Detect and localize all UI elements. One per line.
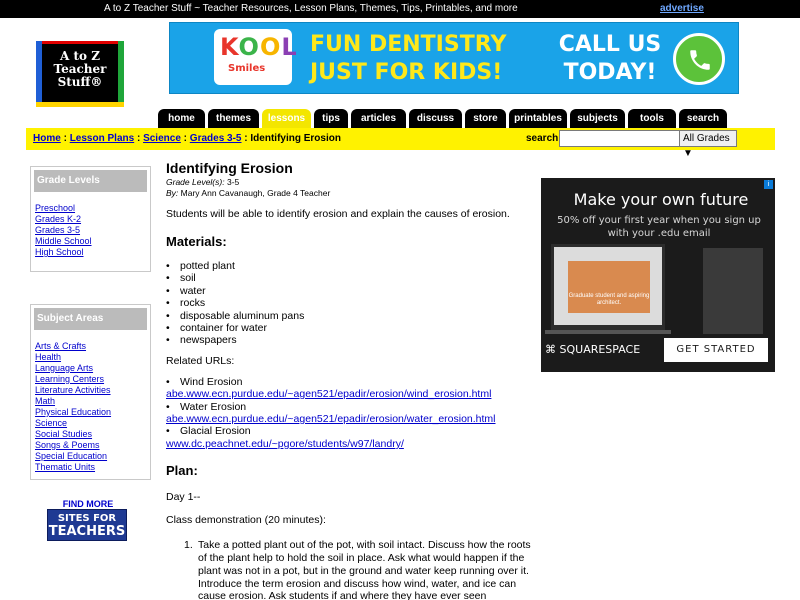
subject-areas-list: Arts & Crafts Health Language Arts Learn…	[31, 333, 150, 479]
laptop-caption: Graduate student and aspiring architect.	[568, 293, 650, 306]
site-logo[interactable]: A to Z Teacher Stuff®	[36, 41, 124, 107]
tab-lessons[interactable]: lessons	[262, 109, 311, 128]
squarespace-logo: ⌘ SQUARESPACE	[545, 343, 641, 356]
squarespace-icon: ⌘	[545, 343, 556, 356]
grade-levels-heading: Grade Levels	[34, 170, 147, 192]
subject-link[interactable]: Social Studies	[35, 429, 146, 440]
vase-image	[703, 248, 763, 334]
related-urls-list: Wind Erosion	[166, 376, 536, 389]
demo-label: Class demonstration (20 minutes):	[166, 514, 326, 527]
grade-select[interactable]: All Grades ▼	[679, 130, 737, 159]
tab-tools[interactable]: tools	[628, 109, 676, 128]
grade-levels-box: Grade Levels Preschool Grades K-2 Grades…	[30, 166, 151, 272]
squarespace-ad[interactable]: i Make your own future 50% off your firs…	[541, 178, 775, 372]
steps-list: 1. Take a potted plant out of the pot, wi…	[184, 539, 534, 600]
grade-link[interactable]: Preschool	[35, 203, 146, 214]
grade-level-line: Grade Level(s): 3-5	[166, 177, 240, 187]
subject-areas-heading: Subject Areas	[34, 308, 147, 330]
subject-link[interactable]: Arts & Crafts	[35, 341, 146, 352]
ad-subtext: 50% off your first year when you sign up…	[557, 215, 761, 239]
breadcrumb-current: Identifying Erosion	[250, 133, 341, 144]
advertise-link[interactable]: advertise	[660, 3, 704, 14]
grade-levels-list: Preschool Grades K-2 Grades 3-5 Middle S…	[31, 195, 150, 264]
list-item: disposable aluminum pans	[166, 310, 536, 323]
related-url-name: Wind Erosion	[166, 376, 536, 389]
grade-link[interactable]: Middle School	[35, 236, 146, 247]
get-started-button[interactable]: GET STARTED	[664, 338, 768, 362]
objective: Students will be able to identify erosio…	[166, 208, 510, 220]
breadcrumb-grades[interactable]: Grades 3-5	[190, 133, 242, 144]
logo-text: A to Z Teacher Stuff®	[53, 49, 107, 89]
tab-printables[interactable]: printables	[509, 109, 567, 128]
page-title: Identifying Erosion	[166, 160, 293, 176]
materials-heading: Materials:	[166, 234, 227, 249]
phone-icon	[673, 33, 725, 85]
laptop-image: Graduate student and aspiring architect.	[551, 244, 665, 330]
tab-search[interactable]: search	[679, 109, 727, 128]
subject-link[interactable]: Literature Activities	[35, 385, 146, 396]
related-url-link[interactable]: abe.www.ecn.purdue.edu/~agen521/epadir/e…	[166, 388, 536, 400]
breadcrumb-bar: Home : Lesson Plans : Science : Grades 3…	[26, 128, 775, 159]
materials-list: potted plant soil water rocks disposable…	[166, 260, 536, 347]
day-label: Day 1--	[166, 491, 201, 504]
sites-for-teachers-button[interactable]: SITES FOR TEACHERS	[47, 509, 127, 541]
list-item: water	[166, 285, 536, 298]
list-item: container for water	[166, 322, 536, 335]
site-tagline: A to Z Teacher Stuff ~ Teacher Resources…	[104, 3, 518, 14]
lesson-content: Identifying Erosion Grade Level(s): 3-5 …	[166, 160, 536, 600]
list-item: rocks	[166, 297, 536, 310]
banner-cta: CALL US TODAY!	[558, 32, 662, 85]
find-more-label: FIND MORE	[62, 499, 114, 509]
tab-tips[interactable]: tips	[314, 109, 348, 128]
subject-link[interactable]: Science	[35, 418, 146, 429]
author-line: By: Mary Ann Cavanaugh, Grade 4 Teacher	[166, 188, 331, 198]
breadcrumb: Home : Lesson Plans : Science : Grades 3…	[33, 133, 341, 144]
kool-smiles-logo: KOOL	[220, 33, 298, 61]
list-item: newspapers	[166, 334, 536, 347]
brand-sub: Smiles	[228, 63, 266, 74]
ad-info-icon[interactable]: i	[764, 180, 773, 189]
subject-link[interactable]: Thematic Units	[35, 462, 146, 473]
list-item: soil	[166, 272, 536, 285]
related-url-link[interactable]: www.dc.peachnet.edu/~pgore/students/w97/…	[166, 438, 536, 450]
breadcrumb-lesson-plans[interactable]: Lesson Plans	[70, 133, 134, 144]
plan-heading: Plan:	[166, 463, 198, 479]
subject-link[interactable]: Physical Education	[35, 407, 146, 418]
breadcrumb-science[interactable]: Science	[143, 133, 181, 144]
top-bar: A to Z Teacher Stuff ~ Teacher Resources…	[0, 0, 800, 18]
search-label: search:	[526, 133, 562, 144]
subject-link[interactable]: Songs & Poems	[35, 440, 146, 451]
main-nav: home themes lessons tips articles discus…	[158, 109, 730, 128]
list-item: 1. Take a potted plant out of the pot, wi…	[184, 539, 531, 600]
breadcrumb-home[interactable]: Home	[33, 133, 61, 144]
subject-link[interactable]: Math	[35, 396, 146, 407]
tab-articles[interactable]: articles	[351, 109, 406, 128]
list-item: potted plant	[166, 260, 536, 273]
tab-store[interactable]: store	[465, 109, 506, 128]
subject-link[interactable]: Special Education	[35, 451, 146, 462]
related-url-name: Glacial Erosion	[166, 425, 536, 438]
banner-ad[interactable]: KOOL Smiles FUN DENTISTRY JUST FOR KIDS!…	[169, 22, 739, 94]
tab-home[interactable]: home	[158, 109, 205, 128]
ad-headline: Make your own future	[573, 190, 749, 209]
related-url-name: Water Erosion	[166, 401, 536, 414]
dropdown-arrow-icon: ▼	[683, 148, 693, 159]
grade-link[interactable]: Grades 3-5	[35, 225, 146, 236]
subject-link[interactable]: Language Arts	[35, 363, 146, 374]
tab-subjects[interactable]: subjects	[570, 109, 625, 128]
related-url-link[interactable]: abe.www.ecn.purdue.edu/~agen521/epadir/e…	[166, 413, 536, 425]
banner-headline: FUN DENTISTRY JUST FOR KIDS!	[310, 32, 507, 85]
grade-link[interactable]: High School	[35, 247, 146, 258]
subject-link[interactable]: Learning Centers	[35, 374, 146, 385]
tab-discuss[interactable]: discuss	[409, 109, 462, 128]
grade-link[interactable]: Grades K-2	[35, 214, 146, 225]
subject-areas-box: Subject Areas Arts & Crafts Health Langu…	[30, 304, 151, 480]
subject-link[interactable]: Health	[35, 352, 146, 363]
related-urls-heading: Related URLs:	[166, 354, 235, 367]
tab-themes[interactable]: themes	[208, 109, 259, 128]
